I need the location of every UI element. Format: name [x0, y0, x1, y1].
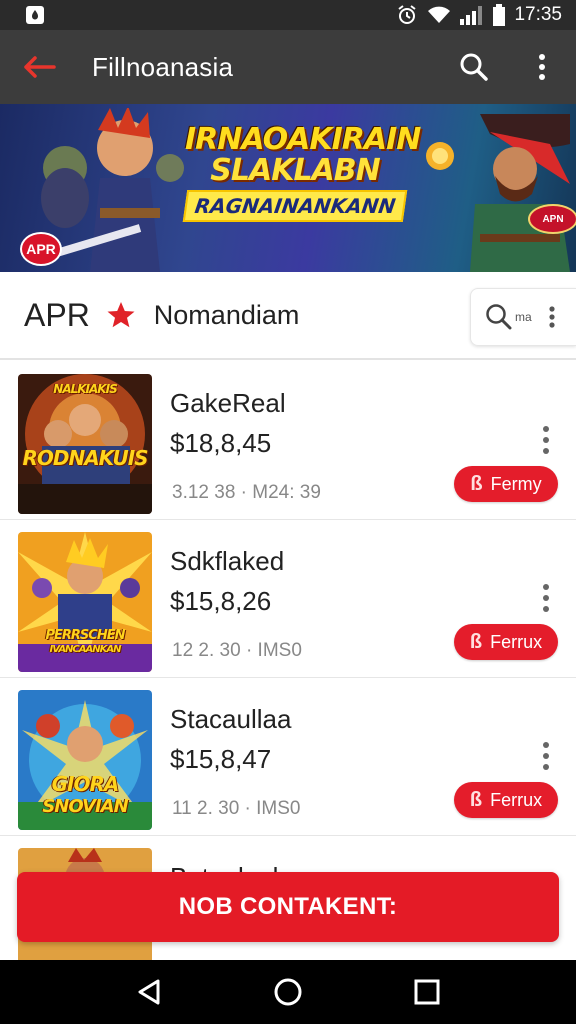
item-thumb-text: GIORA	[51, 772, 120, 796]
item-more-button[interactable]	[530, 420, 562, 460]
item-meta: 11 2. 30 · IMS0	[172, 798, 301, 819]
list-item[interactable]: PERRSCHEN IVANCAANKAN Sdkflaked $15,8,26…	[0, 520, 576, 678]
search-icon	[460, 53, 488, 81]
circle-home-icon	[274, 978, 302, 1006]
item-action-label: Ferrux	[490, 789, 543, 810]
star-icon[interactable]	[106, 300, 136, 330]
search-button[interactable]	[440, 30, 508, 104]
item-thumb-text: RODNAKUIS	[22, 446, 148, 470]
item-thumb-top-text: IVANCAANKAN	[49, 644, 122, 655]
triangle-back-icon	[138, 979, 160, 1005]
alarm-icon	[398, 5, 417, 24]
nav-back-button[interactable]	[119, 962, 179, 1022]
bolt-icon: ß	[469, 630, 483, 653]
banner-line-3: RAGNAINANKANN	[182, 190, 408, 222]
item-thumbnail: NALKIAKIS RODNAKUIS	[18, 374, 152, 514]
app-title: Fillnoanasia	[92, 51, 234, 82]
signal-icon	[460, 6, 483, 25]
item-price: $15,8,47	[170, 744, 272, 774]
status-time: 17:35	[514, 4, 562, 25]
filter-category-label[interactable]: Nomandiam	[154, 300, 300, 331]
more-vert-icon[interactable]	[542, 305, 562, 329]
item-price: $15,8,26	[170, 586, 272, 616]
list-item[interactable]: NALKIAKIS RODNAKUIS GakeReal $18,8,45 3.…	[0, 362, 576, 520]
item-action-button[interactable]: ß Ferrux	[454, 782, 558, 818]
item-more-button[interactable]	[530, 578, 562, 618]
item-action-button[interactable]: ß Fermy	[454, 466, 558, 502]
back-button[interactable]	[0, 30, 78, 104]
more-vert-icon	[543, 584, 549, 612]
banner-line-1: IRNAOAKIRAIN	[185, 122, 421, 157]
banner-headline: IRNAOAKIRAIN SLAKLABN RAGNAINANKANN	[182, 122, 421, 222]
arrow-left-icon	[24, 56, 56, 78]
contact-button[interactable]: NOB CONTAKENT:	[17, 872, 559, 942]
system-nav-bar	[0, 960, 576, 1024]
item-meta: 12 2. 30 · IMS0	[172, 640, 302, 661]
item-thumb-top-text: NALKIAKIS	[53, 382, 117, 396]
item-meta: 3.12 38 · M24: 39	[172, 482, 321, 503]
filter-bar: APR Nomandiam ma	[0, 272, 576, 360]
filter-apr-label[interactable]: APR	[0, 297, 90, 334]
item-thumbnail: GIORA SNOVIAN	[18, 690, 152, 830]
item-title: Stacaullaa	[170, 704, 292, 734]
item-list: NALKIAKIS RODNAKUIS GakeReal $18,8,45 3.…	[0, 362, 576, 988]
item-price: $18,8,45	[170, 428, 272, 458]
battery-icon	[493, 4, 506, 26]
overflow-menu-button[interactable]	[508, 30, 576, 104]
hero-pirate-illustration	[426, 114, 570, 272]
filter-tools: ma	[470, 288, 576, 346]
item-title: GakeReal	[170, 388, 286, 418]
app-bar: Fillnoanasia	[0, 30, 576, 104]
item-thumb-text: PERRSCHEN	[45, 628, 126, 643]
more-vert-icon	[543, 742, 549, 770]
item-action-label: Ferrux	[490, 631, 543, 652]
nav-recents-button[interactable]	[397, 962, 457, 1022]
banner-corner-badge: APN	[528, 204, 576, 234]
banner-apr-badge: APR	[20, 232, 62, 266]
bolt-icon: ß	[469, 788, 483, 811]
item-action-label: Fermy	[490, 473, 542, 494]
banner-line-2: SLAKLABN	[210, 153, 381, 188]
list-item[interactable]: GIORA SNOVIAN Stacaullaa $15,8,47 11 2. …	[0, 678, 576, 836]
bolt-icon: ß	[470, 472, 483, 495]
search-icon[interactable]	[485, 303, 513, 331]
item-thumbnail: PERRSCHEN IVANCAANKAN	[18, 532, 152, 672]
promo-banner[interactable]: IRNAOAKIRAIN SLAKLABN RAGNAINANKANN APN	[0, 104, 576, 272]
search-hint: ma	[515, 310, 532, 324]
item-action-button[interactable]: ß Ferrux	[454, 624, 558, 660]
item-thumb-top-text: SNOVIAN	[42, 796, 128, 817]
more-vert-icon	[539, 54, 545, 80]
item-more-button[interactable]	[530, 736, 562, 776]
square-recents-icon	[414, 979, 440, 1005]
item-title: Sdkflaked	[170, 546, 285, 576]
status-bar: 17:35	[0, 0, 576, 30]
more-vert-icon	[543, 426, 549, 454]
notification-icon	[26, 6, 44, 24]
nav-home-button[interactable]	[258, 962, 318, 1022]
wifi-icon	[428, 6, 451, 23]
